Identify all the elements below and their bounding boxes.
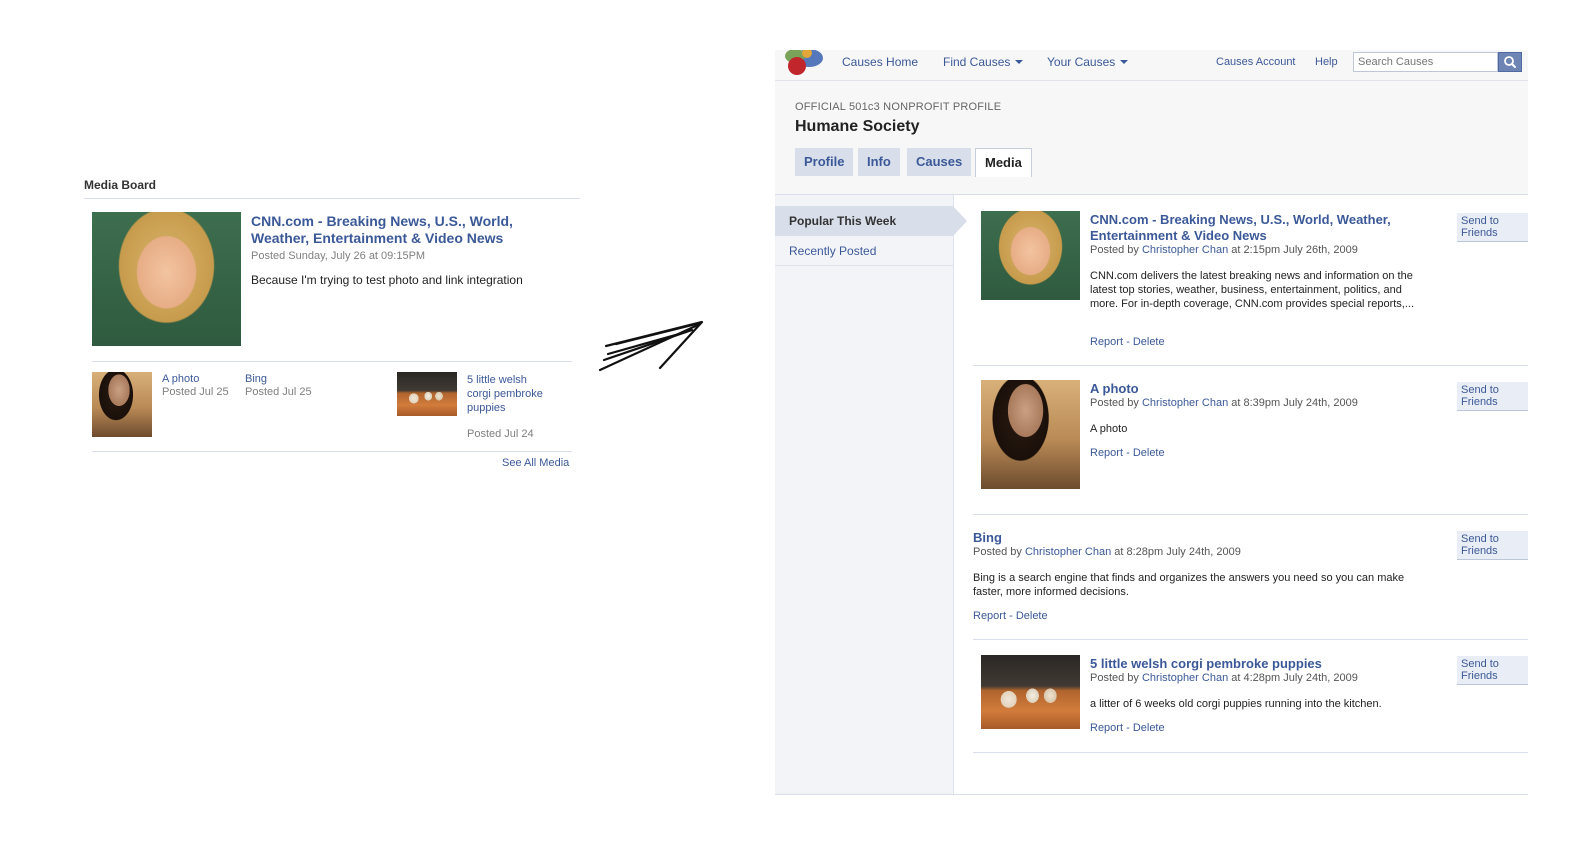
send-to-friends-button[interactable]: Send to Friends xyxy=(1457,213,1528,242)
media-actions: Report - Delete xyxy=(1090,722,1165,734)
media-thumbnail[interactable] xyxy=(981,211,1080,300)
search-icon xyxy=(1504,56,1516,68)
media-description: a litter of 6 weeks old corgi puppies ru… xyxy=(1090,698,1382,710)
post-time: at 2:15pm July 26th, 2009 xyxy=(1231,244,1358,256)
hand-drawn-arrow-icon xyxy=(598,320,704,372)
action-separator: - xyxy=(1006,610,1016,622)
media-actions: Report - Delete xyxy=(1090,447,1165,459)
media-item: A photo Posted by Christopher Chan at 8:… xyxy=(973,366,1528,515)
chevron-down-icon xyxy=(1015,60,1024,64)
featured-media: CNN.com - Breaking News, U.S., World, We… xyxy=(84,199,580,349)
profile-subtitle: OFFICIAL 501c3 NONPROFIT PROFILE xyxy=(795,101,1002,113)
author-link[interactable]: Christopher Chan xyxy=(1142,672,1228,684)
delete-link[interactable]: Delete xyxy=(1133,336,1165,348)
media-thumbnail[interactable] xyxy=(981,380,1080,489)
list-item-title[interactable]: 5 little welsh corgi pembroke puppies xyxy=(467,373,552,415)
divider xyxy=(92,451,572,452)
list-item-thumb[interactable] xyxy=(92,372,152,437)
media-item: CNN.com - Breaking News, U.S., World, We… xyxy=(973,204,1528,366)
action-separator: - xyxy=(1123,336,1133,348)
media-title-link[interactable]: A photo xyxy=(1090,381,1420,397)
top-nav-bar: Causes Home Find Causes Your Causes Caus… xyxy=(775,50,1528,81)
nav-find-causes[interactable]: Find Causes xyxy=(943,55,1024,69)
media-byline: Posted by Christopher Chan at 8:28pm Jul… xyxy=(973,546,1241,558)
list-item-title[interactable]: Bing xyxy=(245,373,267,385)
media-title-link[interactable]: 5 little welsh corgi pembroke puppies xyxy=(1090,656,1420,672)
nav-find-label: Find Causes xyxy=(943,55,1011,69)
chevron-down-icon xyxy=(1120,60,1129,64)
corgi-thumbnail[interactable] xyxy=(397,372,457,416)
search-input[interactable] xyxy=(1353,52,1498,72)
action-separator: - xyxy=(1123,447,1133,459)
nav-yours-label: Your Causes xyxy=(1047,55,1116,69)
featured-thumbnail[interactable] xyxy=(92,212,241,346)
see-all-media-link[interactable]: See All Media xyxy=(502,457,569,469)
posted-by-label: Posted by xyxy=(1090,244,1139,256)
media-sidebar: Popular This Week Recently Posted xyxy=(775,195,967,795)
delete-link[interactable]: Delete xyxy=(1133,447,1165,459)
post-time: at 8:39pm July 24th, 2009 xyxy=(1231,397,1358,409)
featured-title-link[interactable]: CNN.com - Breaking News, U.S., World, We… xyxy=(251,213,551,247)
nav-causes-account[interactable]: Causes Account xyxy=(1216,56,1296,68)
report-link[interactable]: Report xyxy=(973,610,1006,622)
send-to-friends-button[interactable]: Send to Friends xyxy=(1457,531,1528,560)
tab-causes[interactable]: Causes xyxy=(907,148,972,176)
tab-media[interactable]: Media xyxy=(975,148,1032,177)
search-button[interactable] xyxy=(1498,52,1522,72)
nav-your-causes[interactable]: Your Causes xyxy=(1047,55,1129,69)
post-time: at 4:28pm July 24th, 2009 xyxy=(1231,672,1358,684)
send-to-friends-button[interactable]: Send to Friends xyxy=(1457,382,1528,411)
featured-body: Because I'm trying to test photo and lin… xyxy=(251,273,523,287)
media-board-heading: Media Board xyxy=(84,172,580,199)
media-title-link[interactable]: CNN.com - Breaking News, U.S., World, We… xyxy=(1090,212,1420,244)
media-byline: Posted by Christopher Chan at 4:28pm Jul… xyxy=(1090,672,1358,684)
photo-thumbnail[interactable] xyxy=(92,372,152,437)
list-item-title[interactable]: A photo xyxy=(162,373,199,385)
tab-profile[interactable]: Profile xyxy=(795,148,854,176)
list-item-posted: Posted Jul 25 xyxy=(162,386,229,398)
media-description: A photo xyxy=(1090,423,1128,435)
page-bottom-border xyxy=(775,794,1528,795)
active-pointer xyxy=(953,206,967,236)
media-actions: Report - Delete xyxy=(973,610,1048,622)
media-item: 5 little welsh corgi pembroke puppies Po… xyxy=(973,640,1528,753)
org-name: Humane Society xyxy=(795,118,920,135)
nav-help[interactable]: Help xyxy=(1315,56,1338,68)
sidebar-item-popular[interactable]: Popular This Week xyxy=(775,206,953,236)
nav-causes-home[interactable]: Causes Home xyxy=(842,55,918,69)
causes-page: Causes Home Find Causes Your Causes Caus… xyxy=(775,50,1528,795)
media-thumbnail[interactable] xyxy=(981,655,1080,729)
media-description: CNN.com delivers the latest breaking new… xyxy=(1090,270,1415,310)
author-link[interactable]: Christopher Chan xyxy=(1142,397,1228,409)
delete-link[interactable]: Delete xyxy=(1016,610,1048,622)
causes-logo-icon[interactable] xyxy=(777,50,825,76)
media-byline: Posted by Christopher Chan at 2:15pm Jul… xyxy=(1090,244,1358,256)
divider xyxy=(92,361,572,362)
report-link[interactable]: Report xyxy=(1090,447,1123,459)
author-link[interactable]: Christopher Chan xyxy=(1025,546,1111,558)
delete-link[interactable]: Delete xyxy=(1133,722,1165,734)
posted-by-label: Posted by xyxy=(973,546,1022,558)
sidebar-item-recent[interactable]: Recently Posted xyxy=(775,236,953,266)
tab-info[interactable]: Info xyxy=(858,148,900,176)
author-link[interactable]: Christopher Chan xyxy=(1142,244,1228,256)
media-item: Bing Posted by Christopher Chan at 8:28p… xyxy=(973,515,1528,640)
report-link[interactable]: Report xyxy=(1090,336,1123,348)
media-title-link[interactable]: Bing xyxy=(973,530,1303,546)
list-item-posted: Posted Jul 25 xyxy=(245,386,312,398)
featured-posted: Posted Sunday, July 26 at 09:15PM xyxy=(251,250,426,262)
posted-by-label: Posted by xyxy=(1090,397,1139,409)
posted-by-label: Posted by xyxy=(1090,672,1139,684)
post-time: at 8:28pm July 24th, 2009 xyxy=(1114,546,1241,558)
media-board: Media Board CNN.com - Breaking News, U.S… xyxy=(84,172,580,469)
report-link[interactable]: Report xyxy=(1090,722,1123,734)
send-to-friends-button[interactable]: Send to Friends xyxy=(1457,656,1528,685)
media-actions: Report - Delete xyxy=(1090,336,1165,348)
media-description: Bing is a search engine that finds and o… xyxy=(973,572,1405,598)
media-byline: Posted by Christopher Chan at 8:39pm Jul… xyxy=(1090,397,1358,409)
list-item-posted: Posted Jul 24 xyxy=(467,428,534,440)
org-header: OFFICIAL 501c3 NONPROFIT PROFILE Humane … xyxy=(775,81,1528,195)
action-separator: - xyxy=(1123,722,1133,734)
